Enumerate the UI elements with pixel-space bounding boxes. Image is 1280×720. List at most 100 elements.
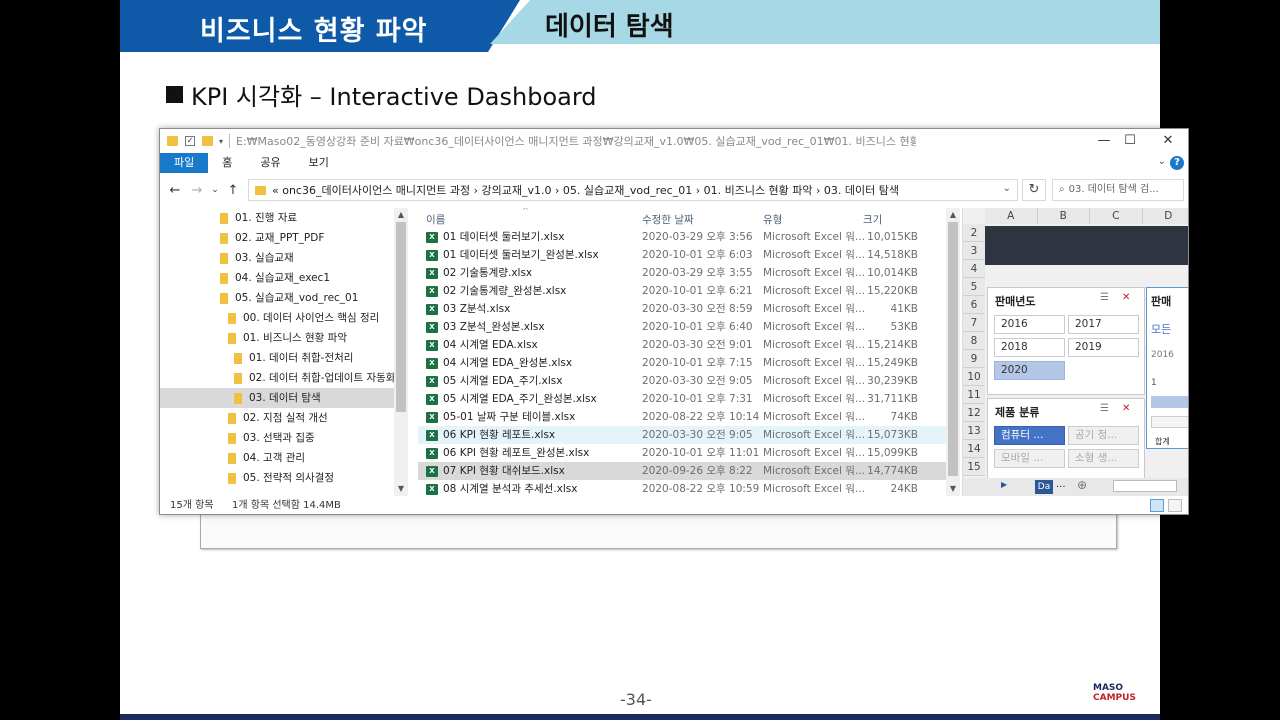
file-name: 02 기술통계량_완성본.xlsx (443, 285, 567, 297)
slicer-item[interactable]: 소형 생... (1068, 449, 1139, 468)
slicer-title: 판매 (1151, 295, 1172, 308)
sidebar-item[interactable]: 01. 비즈니스 현황 파악 (160, 328, 394, 348)
forward-arrow-icon[interactable]: → (186, 183, 208, 198)
slicer-item[interactable]: 2018 (994, 338, 1065, 357)
address-bar[interactable]: « onc36_데이터사이언스 매니지먼트 과정 › 강의교재_v1.0 › 0… (248, 179, 1018, 201)
details-view-icon[interactable] (1150, 499, 1164, 512)
file-date: 2020-09-26 오후 8:22 (642, 465, 753, 477)
scroll-thumb[interactable] (948, 222, 958, 476)
timeline-scroll[interactable] (1151, 416, 1188, 428)
file-row[interactable]: X 02 기술통계량_완성본.xlsx 2020-10-01 오후 6:21 Micr… (418, 282, 948, 300)
file-row[interactable]: X 04 시계열 EDA.xlsx 2020-03-30 오전 9:01 Micros… (418, 336, 948, 354)
sidebar-item[interactable]: 01. 데이터 취합-전처리 (160, 348, 394, 368)
slicer-item[interactable]: 2016 (994, 315, 1065, 334)
file-row[interactable]: X 07 KPI 현황 대쉬보드.xlsx 2020-09-26 오후 8:22 Mi… (418, 462, 948, 480)
background-frame (200, 512, 1117, 549)
customize-toolbar-icon[interactable]: ▾ (219, 137, 223, 146)
search-input[interactable]: ⌕ 03. 데이터 탐색 검... (1052, 179, 1184, 201)
sidebar-item[interactable]: 02. 교재_PPT_PDF (160, 228, 394, 248)
file-row[interactable]: X 01 데이터셋 둘러보기_완성본.xlsx 2020-10-01 오후 6:03… (418, 246, 948, 264)
help-icon[interactable]: ? (1170, 156, 1184, 170)
sidebar-item[interactable]: 04. 실습교재_exec1 (160, 268, 394, 288)
scroll-up-icon[interactable]: ▲ (946, 210, 960, 219)
sidebar-item[interactable]: 00. 데이터 사이언스 핵심 정리 (160, 308, 394, 328)
slicer-item[interactable]: 공기 정... (1068, 426, 1139, 445)
sidebar-item[interactable]: 01. 진행 자료 (160, 208, 394, 228)
minimize-icon[interactable]: — (1090, 132, 1118, 150)
file-row[interactable]: X 08 시계열 분석과 추세선.xlsx 2020-08-22 오후 10:59 M… (418, 480, 948, 496)
file-scrollbar[interactable]: ▲ ▼ (946, 208, 960, 496)
scroll-thumb[interactable] (396, 222, 406, 412)
slicer-item[interactable]: 모바일 ... (994, 449, 1065, 468)
slicer-item[interactable]: 2017 (1068, 315, 1139, 334)
slicer-item-selected[interactable]: 컴퓨터 ... (994, 426, 1065, 445)
file-row[interactable]: X 01 데이터셋 둘러보기.xlsx 2020-03-29 오후 3:56 Micr… (418, 228, 948, 246)
tab-share[interactable]: 공유 (246, 153, 294, 173)
file-row[interactable]: X 06 KPI 현황 레포트.xlsx 2020-03-30 오전 9:05 Mic… (418, 426, 948, 444)
slicer-item-selected[interactable]: 2020 (994, 361, 1065, 380)
folder-icon (228, 472, 236, 484)
folder-icon (220, 212, 228, 224)
sheet-ellipsis[interactable]: ... (1056, 479, 1066, 490)
refresh-icon[interactable]: ↻ (1022, 179, 1046, 201)
address-dropdown-icon[interactable]: ⌄ (1003, 183, 1011, 194)
clear-filter-icon[interactable]: ✕ (1122, 403, 1130, 414)
file-row[interactable]: X 06 KPI 현황 레포트_완성본.xlsx 2020-10-01 오후 11:… (418, 444, 948, 462)
clear-filter-icon[interactable]: ✕ (1122, 292, 1130, 303)
next-sheet-icon[interactable]: ▶ (1001, 480, 1007, 489)
sidebar-item[interactable]: 02. 데이터 취합-업데이트 자동화 (160, 368, 395, 388)
multi-select-icon[interactable]: ☰ (1100, 403, 1109, 414)
slicer-title: 제품 분류 (995, 406, 1040, 419)
file-row[interactable]: X 04 시계열 EDA_완성본.xlsx 2020-10-01 오후 7:15 Mi… (418, 354, 948, 372)
file-name: 03 Z분석.xlsx (443, 303, 511, 315)
tab-file[interactable]: 파일 (160, 153, 209, 173)
timeline-bar[interactable] (1151, 396, 1188, 408)
file-row[interactable]: X 03 Z분석.xlsx 2020-03-30 오전 8:59 Microsoft … (418, 300, 948, 318)
slicer-item[interactable]: 2019 (1068, 338, 1139, 357)
file-name: 04 시계열 EDA_완성본.xlsx (443, 357, 573, 369)
maximize-icon[interactable]: ☐ (1116, 132, 1144, 150)
tab-home[interactable]: 홈 (208, 153, 246, 173)
folder-icon[interactable] (167, 136, 178, 146)
back-arrow-icon[interactable]: ← (164, 183, 186, 198)
column-name[interactable]: 이름 (426, 212, 445, 227)
scroll-down-icon[interactable]: ▼ (394, 484, 408, 493)
recent-locations-icon[interactable]: ⌄ (208, 185, 222, 195)
expand-ribbon-icon[interactable]: ⌄ (1158, 156, 1166, 167)
file-row[interactable]: X 03 Z분석_완성본.xlsx 2020-10-01 오후 6:40 Micros… (418, 318, 948, 336)
sheet-tab[interactable]: Da (1035, 480, 1053, 494)
up-arrow-icon[interactable]: ↑ (222, 183, 244, 198)
sidebar-item[interactable]: 02. 지점 실적 개선 (160, 408, 394, 428)
sidebar-item-label: 03. 선택과 집중 (243, 432, 315, 444)
file-date: 2020-10-01 오후 6:40 (642, 321, 753, 333)
scroll-up-icon[interactable]: ▲ (394, 210, 408, 219)
file-row[interactable]: X 05-01 날짜 구분 테이블.xlsx 2020-08-22 오후 10:14… (418, 408, 948, 426)
scroll-down-icon[interactable]: ▼ (946, 484, 960, 493)
row-number: 3 (963, 242, 985, 260)
horizontal-scrollbar[interactable] (1113, 480, 1177, 492)
sidebar-item[interactable]: 04. 고객 관리 (160, 448, 394, 468)
nav-scrollbar[interactable]: ▲ ▼ (394, 208, 408, 496)
column-size[interactable]: 크기 (863, 212, 882, 227)
sidebar-item[interactable]: 05. 실습교재_vod_rec_01 (160, 288, 394, 308)
file-row[interactable]: X 02 기술통계량.xlsx 2020-03-29 오후 3:55 Microsof… (418, 264, 948, 282)
file-name: 01 데이터셋 둘러보기_완성본.xlsx (443, 249, 599, 261)
multi-select-icon[interactable]: ☰ (1100, 292, 1109, 303)
sidebar-item[interactable]: 03. 실습교재 (160, 248, 394, 268)
tab-view[interactable]: 보기 (295, 153, 343, 173)
excel-file-icon: X (426, 322, 438, 333)
properties-icon[interactable]: ✓ (185, 136, 195, 146)
column-type[interactable]: 유형 (763, 212, 782, 227)
file-row[interactable]: X 05 시계열 EDA_주기_완성본.xlsx 2020-10-01 오후 7:3… (418, 390, 948, 408)
sidebar-item[interactable]: 05. 전략적 의사결정 (160, 468, 394, 488)
page-number: -34- (620, 690, 652, 709)
sidebar-item[interactable]: 03. 데이터 탐색 (160, 388, 394, 408)
column-date[interactable]: 수정한 날짜 (642, 212, 694, 227)
add-sheet-icon[interactable]: ⊕ (1077, 478, 1087, 492)
file-name: 05 시계열 EDA_주기.xlsx (443, 375, 563, 387)
sidebar-item[interactable]: 03. 선택과 집중 (160, 428, 394, 448)
close-icon[interactable]: ✕ (1154, 132, 1182, 150)
file-row[interactable]: X 05 시계열 EDA_주기.xlsx 2020-03-30 오전 9:05 Mic… (418, 372, 948, 390)
large-icons-view-icon[interactable] (1168, 499, 1182, 512)
new-folder-icon[interactable] (202, 136, 213, 146)
